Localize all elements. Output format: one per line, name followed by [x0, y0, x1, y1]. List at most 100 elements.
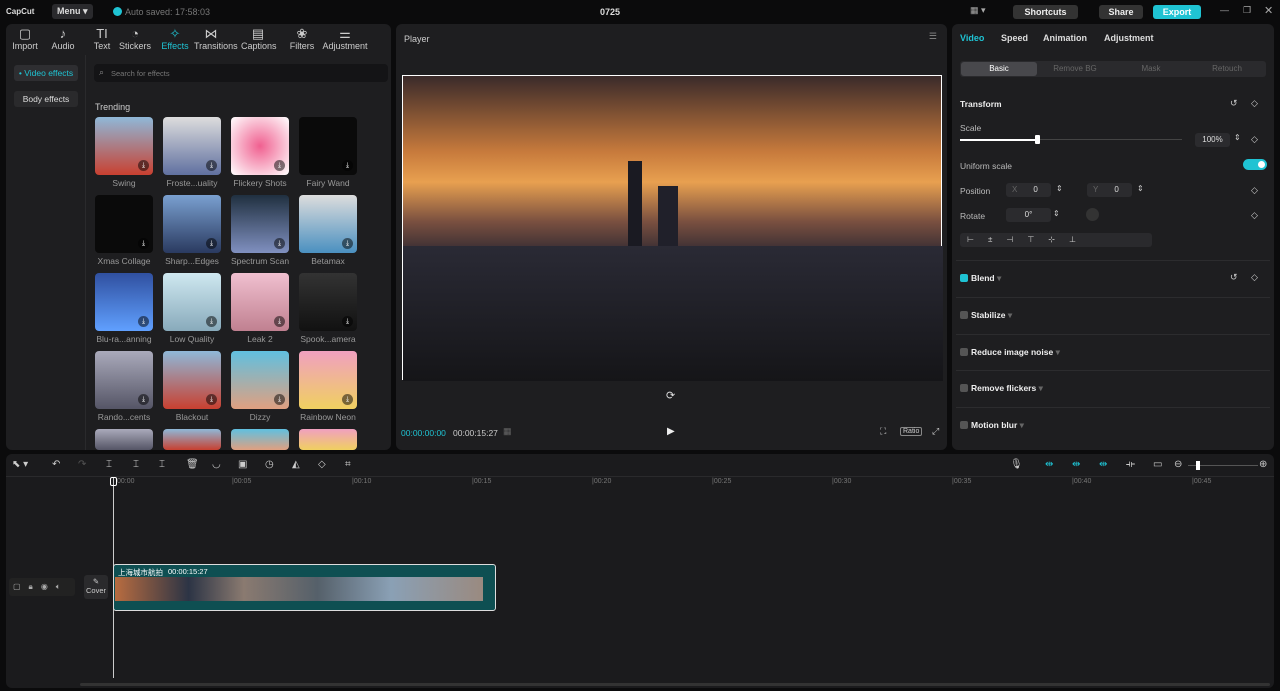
scale-value-input[interactable]: 100% — [1195, 133, 1230, 147]
mirror-icon[interactable]: ◭ — [292, 459, 300, 470]
track-controls[interactable]: ▢🔒︎◉🔈︎ — [9, 578, 75, 596]
download-icon[interactable]: ⤓ — [206, 160, 217, 171]
section-motion-blur[interactable]: Motion blur ▾ — [960, 420, 1024, 431]
subtab-mask[interactable]: Mask — [1113, 62, 1189, 76]
align-toolbar[interactable]: ⊢±⊣⊤⊹⊥ — [960, 233, 1152, 247]
tool-transitions[interactable]: ⋈ Transitions — [194, 26, 238, 51]
linkage-icon[interactable]: ⇹ — [1072, 459, 1080, 470]
effect-thumbnail[interactable] — [299, 429, 357, 450]
rotate-icon[interactable]: ◇ — [318, 459, 326, 470]
timecode-grid-icon[interactable]: ▦ — [503, 426, 512, 437]
reset-icon[interactable]: ↺ — [1230, 272, 1238, 283]
zoom-out-icon[interactable]: ⊖ — [1174, 459, 1182, 470]
effect-thumbnail[interactable]: ⤓ — [95, 117, 153, 175]
subtab-remove-bg[interactable]: Remove BG — [1037, 62, 1113, 76]
download-icon[interactable]: ⤓ — [342, 394, 353, 405]
tool-text[interactable]: TI Text — [85, 26, 119, 51]
tab-animation[interactable]: Animation — [1043, 33, 1087, 43]
tool-adjustment[interactable]: ⚌ Adjustment — [320, 26, 370, 51]
download-icon[interactable]: ⤓ — [138, 160, 149, 171]
scale-stepper-icon[interactable]: ⇕ — [1234, 133, 1241, 142]
x-stepper-icon[interactable]: ⇕ — [1056, 184, 1063, 193]
position-keyframe-icon[interactable]: ◇ — [1251, 185, 1258, 196]
download-icon[interactable]: ⤓ — [342, 238, 353, 249]
preview-axis-icon[interactable]: ⇹ — [1099, 459, 1107, 470]
zoom-in-icon[interactable]: ⊕ — [1259, 459, 1267, 470]
minimize-icon[interactable]: — — [1220, 5, 1229, 15]
download-icon[interactable]: ⤓ — [138, 238, 149, 249]
effect-thumbnail[interactable]: ⤓ — [299, 273, 357, 331]
scale-slider-handle[interactable] — [1034, 135, 1040, 144]
magnet-icon[interactable]: ⇹ — [1045, 459, 1053, 470]
effect-thumbnail[interactable] — [95, 429, 153, 450]
y-stepper-icon[interactable]: ⇕ — [1137, 184, 1144, 193]
effect-thumbnail[interactable]: ⤓ — [163, 273, 221, 331]
download-icon[interactable]: ⤓ — [274, 160, 285, 171]
scale-keyframe-icon[interactable]: ◇ — [1251, 134, 1258, 145]
section-checkbox[interactable] — [960, 421, 968, 429]
section-checkbox[interactable] — [960, 311, 968, 319]
effect-thumbnail[interactable]: ⤓ — [231, 273, 289, 331]
effect-thumbnail[interactable]: ⤓ — [95, 195, 153, 253]
layout-icon[interactable]: ▦ ▾ — [970, 5, 986, 16]
maximize-icon[interactable]: ❐ — [1243, 5, 1251, 16]
effect-thumbnail[interactable]: ⤓ — [299, 351, 357, 409]
mask-icon[interactable]: ◡ — [212, 459, 221, 470]
cover-button[interactable]: ✎ Cover — [84, 575, 108, 599]
subtab-retouch[interactable]: Retouch — [1189, 62, 1265, 76]
reverse-icon[interactable]: ◷ — [265, 459, 274, 470]
fit-icon[interactable]: ⛶ — [880, 426, 886, 437]
sidebar-body-effects[interactable]: Body effects — [14, 91, 78, 107]
effect-thumbnail[interactable]: ⤓ — [231, 351, 289, 409]
tool-audio[interactable]: ♪ Audio — [46, 26, 80, 51]
tab-speed[interactable]: Speed — [1001, 33, 1028, 43]
fullscreen-icon[interactable]: ⤢ — [932, 426, 939, 437]
sidebar-video-effects[interactable]: • Video effects — [14, 65, 78, 81]
rotate-handle-icon[interactable]: ⟳ — [666, 389, 675, 402]
section-reduce-image-noise[interactable]: Reduce image noise ▾ — [960, 347, 1060, 358]
effect-thumbnail[interactable]: ⤓ — [163, 117, 221, 175]
video-preview[interactable] — [402, 75, 943, 381]
undo-icon[interactable]: ↶ — [52, 459, 60, 470]
freeze-icon[interactable]: ▣ — [238, 459, 247, 470]
tool-filters[interactable]: ❀ Filters — [285, 26, 319, 51]
download-icon[interactable]: ⤓ — [206, 316, 217, 327]
effect-thumbnail[interactable]: ⤓ — [231, 117, 289, 175]
section-stabilize[interactable]: Stabilize ▾ — [960, 310, 1012, 321]
play-button[interactable]: ▶ — [667, 426, 675, 437]
menu-button[interactable]: Menu ▾ — [52, 4, 93, 19]
subtab-basic[interactable]: Basic — [961, 62, 1037, 76]
effect-thumbnail[interactable]: ⤓ — [231, 195, 289, 253]
tab-adjustment[interactable]: Adjustment — [1104, 33, 1154, 43]
section-checkbox[interactable] — [960, 348, 968, 356]
caption-icon[interactable]: ▭ — [1153, 459, 1162, 470]
shortcuts-button[interactable]: Shortcuts — [1013, 5, 1078, 19]
download-icon[interactable]: ⤓ — [274, 316, 285, 327]
effect-thumbnail[interactable]: ⤓ — [95, 273, 153, 331]
zoom-slider[interactable] — [1188, 461, 1258, 470]
share-button[interactable]: Share — [1099, 5, 1143, 19]
effect-thumbnail[interactable]: ⤓ — [299, 117, 357, 175]
tab-video[interactable]: Video — [960, 33, 984, 43]
effect-thumbnail[interactable]: ⤓ — [299, 195, 357, 253]
rotate-dial[interactable] — [1086, 208, 1099, 221]
delete-icon[interactable]: 🗑︎ — [186, 459, 199, 470]
keyframe-icon[interactable]: ◇ — [1251, 98, 1258, 109]
reset-icon[interactable]: ↺ — [1230, 98, 1238, 109]
tool-captions[interactable]: ▤ Captions — [241, 26, 277, 51]
uniform-scale-toggle[interactable] — [1243, 159, 1267, 170]
download-icon[interactable]: ⤓ — [138, 316, 149, 327]
split-view-icon[interactable]: ⟛ — [1126, 459, 1135, 470]
download-icon[interactable]: ⤓ — [206, 394, 217, 405]
section-remove-flickers[interactable]: Remove flickers ▾ — [960, 383, 1043, 394]
download-icon[interactable]: ⤓ — [206, 238, 217, 249]
download-icon[interactable]: ⤓ — [274, 394, 285, 405]
rotate-stepper-icon[interactable]: ⇕ — [1053, 209, 1060, 218]
effect-thumbnail[interactable]: ⤓ — [163, 195, 221, 253]
player-menu-icon[interactable]: ☰ — [929, 31, 937, 42]
position-y-input[interactable]: Y0 — [1087, 183, 1132, 197]
tool-effects[interactable]: ✧ Effects — [158, 26, 192, 51]
effect-thumbnail[interactable] — [231, 429, 289, 450]
playhead-handle[interactable] — [110, 477, 117, 486]
download-icon[interactable]: ⤓ — [274, 238, 285, 249]
